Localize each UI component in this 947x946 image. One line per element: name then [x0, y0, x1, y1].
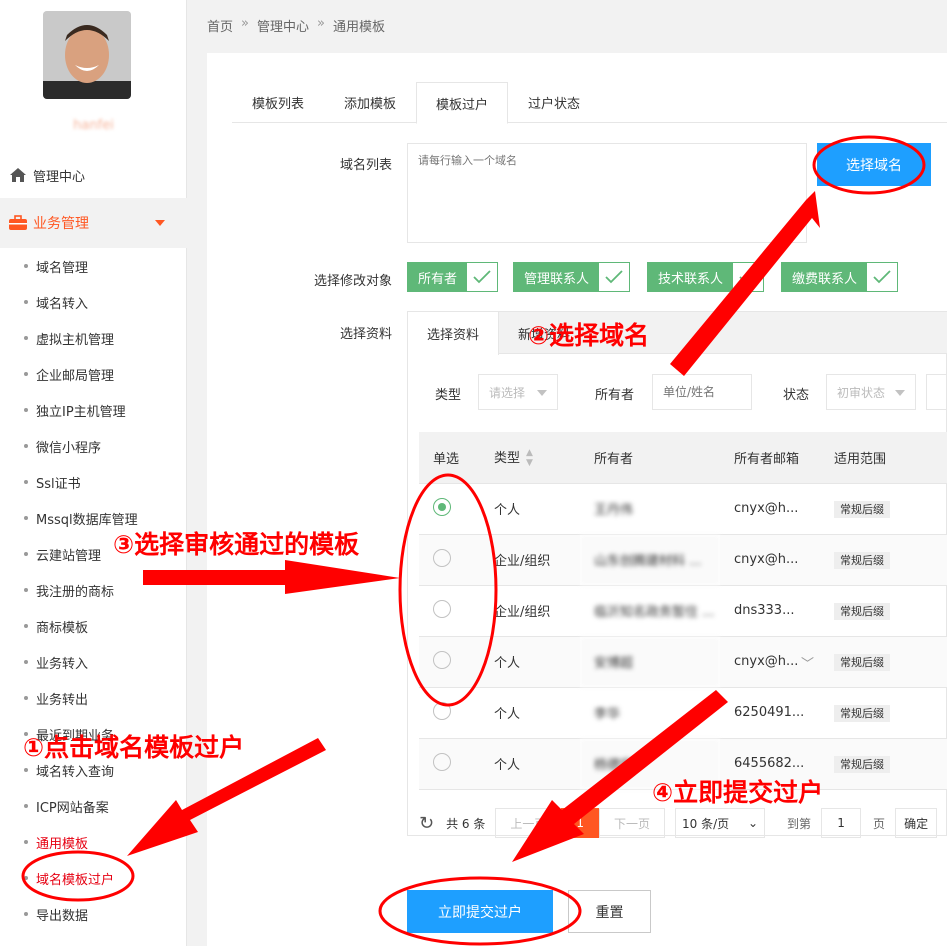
highlight-radio-column: [398, 473, 498, 707]
highlight-submit-button: [378, 876, 582, 946]
arrow-step2: [670, 191, 820, 376]
highlight-select-domain: [812, 135, 926, 195]
highlight-sidebar-item: [21, 850, 135, 902]
annotation-step3: ③选择审核通过的模板: [113, 530, 360, 559]
arrow-step3: [143, 560, 400, 594]
annotation-step4: ④立即提交过户: [652, 778, 824, 807]
annotation-step2: ②选择域名: [528, 321, 650, 350]
annotation-step1: ①点击域名模板过户: [23, 733, 245, 762]
